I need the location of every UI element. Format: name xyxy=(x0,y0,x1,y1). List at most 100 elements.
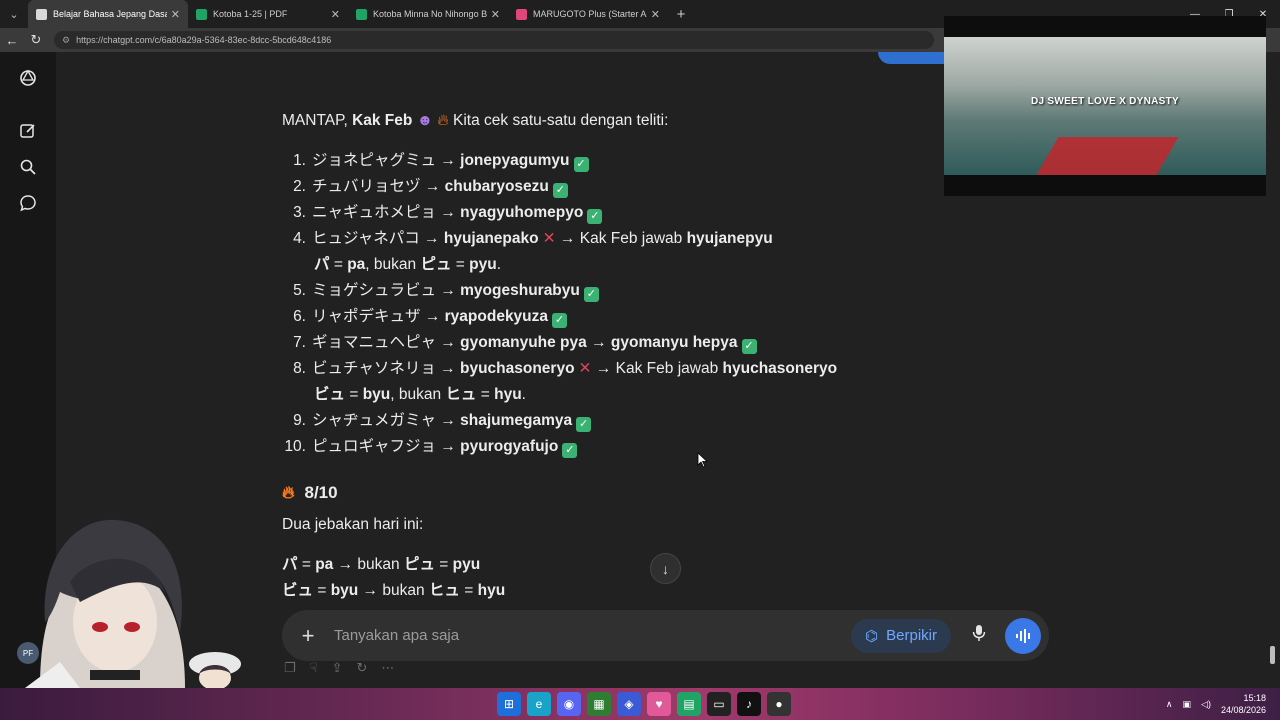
mouse-cursor-icon xyxy=(697,452,709,468)
browser-tab[interactable]: MARUGOTO Plus (Starter A1) ✕ xyxy=(508,0,668,28)
item-romaji: hyujanepako xyxy=(443,230,539,247)
traps-intro: Dua jebakan hari ini: xyxy=(282,516,424,533)
list-item: 1. ジョネピャグミュ → jonepyagumyu ✓ xyxy=(282,148,862,174)
browser-tab[interactable]: Belajar Bahasa Jepang Dasar ✕ xyxy=(28,0,188,28)
search-icon[interactable] xyxy=(17,156,39,178)
site-info-icon[interactable]: ⚙ xyxy=(62,35,70,46)
obs-icon[interactable]: ● xyxy=(767,692,791,716)
chat-bubble-icon[interactable] xyxy=(17,192,39,214)
brain-icon: ⌬ xyxy=(865,627,879,645)
microphone-button[interactable] xyxy=(961,624,997,647)
page-scrollbar[interactable] xyxy=(1270,646,1275,664)
regenerate-icon[interactable]: ↻ xyxy=(356,660,367,676)
edge-icon[interactable]: e xyxy=(527,692,551,716)
intro-suffix: Kita cek satu-satu dengan teliti: xyxy=(453,112,669,129)
list-item: 2. チュバリョセヅ → chubaryosezu ✓ xyxy=(282,174,862,200)
item-romaji: nyagyuhomepyo xyxy=(460,204,584,221)
item-kana: チュバリョセヅ xyxy=(312,178,421,195)
tiktok-icon[interactable]: ♪ xyxy=(737,692,761,716)
message-actions: ❐ ☟ ⇪ ↻ ⋯ xyxy=(284,660,394,676)
item-number: 1. xyxy=(293,152,306,169)
arrow-icon: → xyxy=(591,360,616,377)
tab-search-icon[interactable]: ⌄ xyxy=(0,0,28,28)
item-body: ギョマニュヘピャ → gyomanyuhe pya → gyomanyu hep… xyxy=(312,330,757,356)
arrow-icon: → xyxy=(436,412,461,429)
tray-chevron-icon[interactable]: ∧ xyxy=(1166,699,1173,710)
item-romaji: ryapodekyuza xyxy=(444,308,549,325)
user-answer: hyujanepyu xyxy=(686,230,773,247)
item-romaji: chubaryosezu xyxy=(444,178,549,195)
item-number: 6. xyxy=(293,308,306,325)
intro-name: Kak Feb xyxy=(352,112,413,129)
terminal-icon[interactable]: ▭ xyxy=(707,692,731,716)
trap-middle: bukan xyxy=(382,582,425,599)
new-tab-button[interactable]: + xyxy=(668,6,694,23)
tab-close-icon[interactable]: ✕ xyxy=(171,8,180,21)
browser-tab[interactable]: Kotoba Minna No Nihongo Bab 1 ✕ xyxy=(348,0,508,28)
clock-date: 24/08/2026 xyxy=(1220,705,1266,715)
vtuber-avatar-image xyxy=(25,519,185,688)
voice-mode-button[interactable] xyxy=(1005,617,1041,654)
check-icon: ✓ xyxy=(573,157,589,172)
item-romaji: pyurogyafujo xyxy=(460,438,559,455)
item-number: 10. xyxy=(284,438,306,455)
tab-close-icon[interactable]: ✕ xyxy=(651,8,660,21)
trap-middle: bukan xyxy=(357,556,400,573)
list-item: 3. ニャギュホメピョ → nyagyuhomepyo ✓ xyxy=(282,200,862,226)
item-kana: ヒュジャネパコ xyxy=(312,230,420,247)
trap-romaji-1: byu xyxy=(330,582,359,599)
answer-prefix: Kak Feb jawab xyxy=(579,230,683,247)
note-romaji-2: pyu xyxy=(469,256,497,273)
video-overlay[interactable]: DJ SWEET LOVE X DYNASTY xyxy=(944,16,1266,196)
discord-icon[interactable]: ◉ xyxy=(557,692,581,716)
prompt-input[interactable] xyxy=(334,627,852,644)
new-chat-icon[interactable] xyxy=(17,120,39,142)
share-button-edge[interactable] xyxy=(878,52,944,64)
windows-start-icon[interactable]: ⊞ xyxy=(497,692,521,716)
prompt-composer: + ⌬ Berpikir xyxy=(282,610,1049,661)
volume-icon[interactable]: ◁) xyxy=(1201,699,1211,710)
item-number: 4. xyxy=(293,230,306,247)
check-icon: ✓ xyxy=(583,287,599,302)
item-number: 8. xyxy=(293,360,306,377)
list-item: 5. ミョゲシュラビュ → myogeshurabyu ✓ xyxy=(282,278,862,304)
url-text: https://chatgpt.com/c/6a80a29a-5364-83ec… xyxy=(76,35,332,45)
tab-close-icon[interactable]: ✕ xyxy=(331,8,340,21)
sheets-icon[interactable]: ▤ xyxy=(677,692,701,716)
arrow-icon: → xyxy=(586,334,611,351)
intro-prefix: MANTAP, xyxy=(282,112,348,129)
scroll-down-button[interactable]: ↓ xyxy=(650,553,681,584)
tab-close-icon[interactable]: ✕ xyxy=(491,8,500,21)
app-blue-icon[interactable]: ◈ xyxy=(617,692,641,716)
note-romaji-1: byu xyxy=(362,386,391,403)
url-field[interactable]: ⚙ https://chatgpt.com/c/6a80a29a-5364-83… xyxy=(54,31,934,49)
arrow-icon: → xyxy=(436,152,461,169)
check-icon: ✓ xyxy=(576,417,592,432)
arrow-icon: → xyxy=(436,282,461,299)
note-romaji-1: pa xyxy=(347,256,366,273)
browser-tab[interactable]: Kotoba 1-25 | PDF ✕ xyxy=(188,0,348,28)
clock[interactable]: 15:18 24/08/2026 xyxy=(1221,692,1266,716)
add-attachment-button[interactable]: + xyxy=(282,623,334,649)
item-romaji: byuchasoneryo xyxy=(459,360,575,377)
chatgpt-logo-icon[interactable] xyxy=(17,67,39,89)
answer-list: 1. ジョネピャグミュ → jonepyagumyu ✓ 2. チュバリョセヅ → ch… xyxy=(282,148,862,460)
network-icon[interactable]: ▣ xyxy=(1183,699,1192,710)
message-intro: MANTAP, Kak Feb ☻ 🔥︎ Kita cek satu-satu … xyxy=(282,108,862,134)
more-icon[interactable]: ⋯ xyxy=(381,660,394,676)
tab-title: MARUGOTO Plus (Starter A1) xyxy=(533,9,647,19)
think-button[interactable]: ⌬ Berpikir xyxy=(851,618,951,653)
item-kana: シャヂュメガミャ xyxy=(312,412,437,429)
devil-emoji-icon: ☻ xyxy=(416,112,433,129)
thumbs-down-icon[interactable]: ☟ xyxy=(310,660,318,676)
item-kana: ビュチャソネリョ xyxy=(312,360,436,377)
item-kana: ジョネピャグミュ xyxy=(312,152,437,169)
copy-icon[interactable]: ❐ xyxy=(284,660,296,676)
item-number: 5. xyxy=(293,282,306,299)
back-icon[interactable]: ← xyxy=(0,33,24,48)
app-pink-icon[interactable]: ♥ xyxy=(647,692,671,716)
reload-icon[interactable]: ↻ xyxy=(24,32,48,48)
spreadsheet-icon[interactable]: ▦ xyxy=(587,692,611,716)
item-kana: ニャギュホメピョ xyxy=(312,204,437,221)
share-icon[interactable]: ⇪ xyxy=(332,660,343,676)
